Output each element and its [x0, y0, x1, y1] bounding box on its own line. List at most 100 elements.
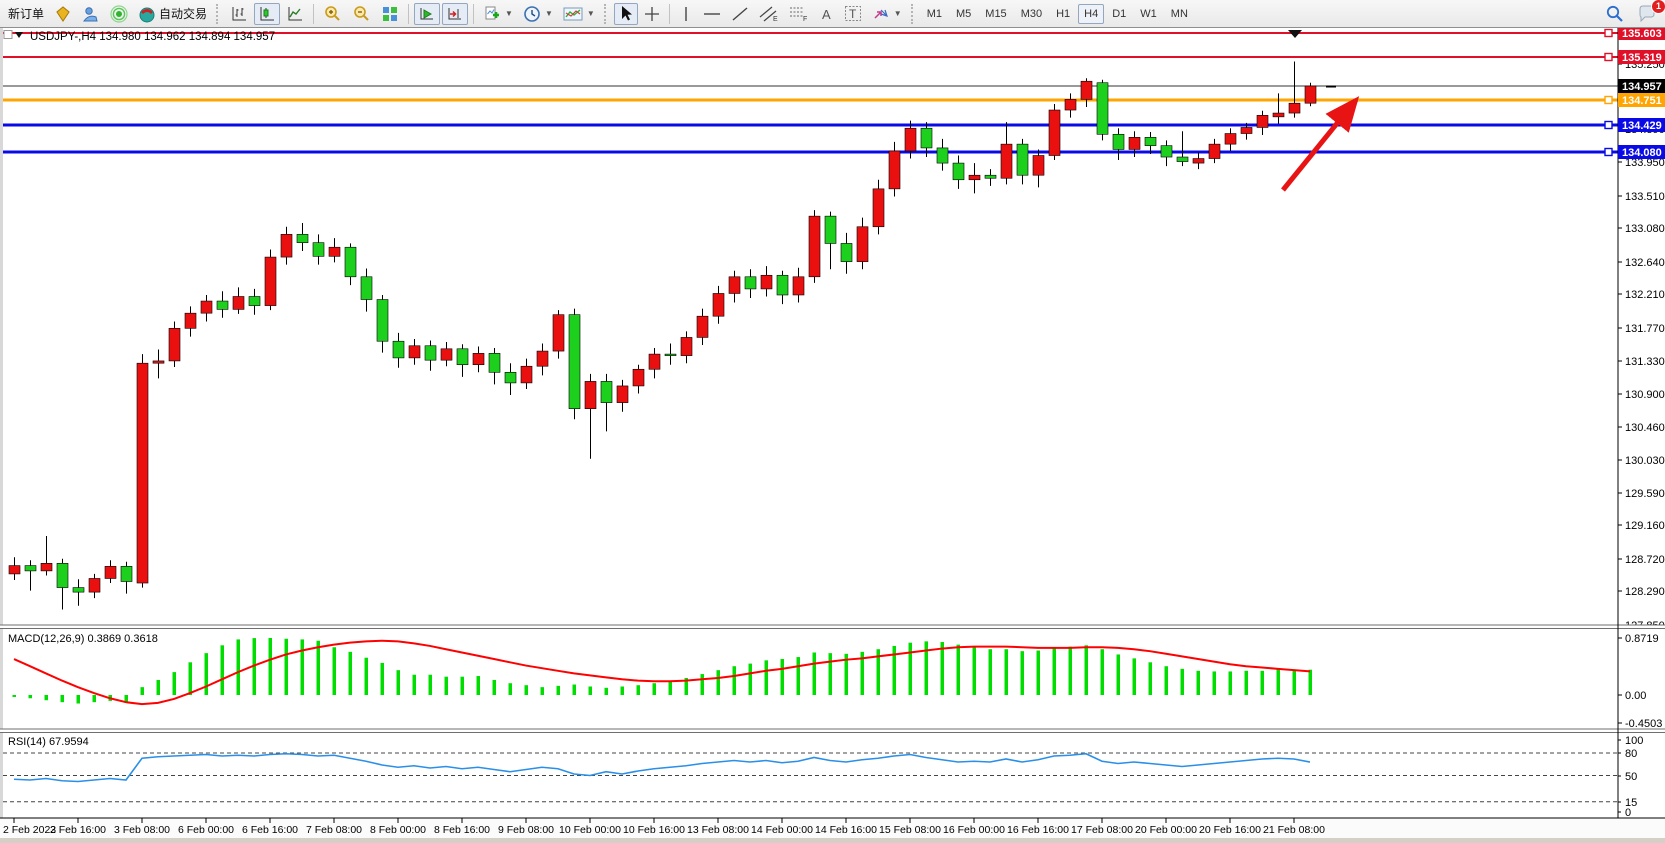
svg-text:100: 100	[1625, 735, 1643, 747]
svg-text:129.160: 129.160	[1625, 520, 1665, 532]
svg-text:20 Feb 16:00: 20 Feb 16:00	[1199, 824, 1261, 836]
period-button[interactable]: ▼	[519, 3, 557, 25]
text-label-tool-button[interactable]: T	[840, 3, 866, 25]
template-button[interactable]: ▼	[559, 3, 599, 25]
zoom-in-button[interactable]	[319, 3, 346, 25]
chevron-down-icon: ▼	[505, 9, 513, 18]
chart-canvas[interactable]: 135.690135.250134.820134.390133.950133.5…	[0, 28, 1665, 843]
cursor-tool-button[interactable]	[614, 3, 638, 25]
crosshair-tool-button[interactable]	[640, 3, 664, 25]
text-tool-button[interactable]: A	[815, 3, 838, 25]
auto-scroll-icon	[418, 5, 436, 23]
hline-handle[interactable]	[1605, 149, 1612, 156]
toolbar-grip	[216, 4, 221, 24]
svg-text:7 Feb 08:00: 7 Feb 08:00	[306, 824, 362, 836]
svg-text:134.429: 134.429	[1622, 120, 1662, 132]
svg-text:129.590: 129.590	[1625, 488, 1665, 500]
hline-handle[interactable]	[1605, 54, 1612, 61]
zoom-out-button[interactable]	[348, 3, 375, 25]
search-button[interactable]	[1601, 3, 1629, 25]
svg-text:128.290: 128.290	[1625, 586, 1665, 598]
metaeditor-button[interactable]	[78, 3, 104, 25]
add-indicator-button[interactable]: ▼	[479, 3, 517, 25]
timeframe-mn-button[interactable]: MN	[1165, 4, 1194, 24]
styler-button[interactable]	[50, 3, 76, 25]
timeframe-m5-button[interactable]: M5	[950, 4, 977, 24]
notifications-button[interactable]: 1	[1633, 3, 1661, 25]
hline-handle[interactable]	[1605, 97, 1612, 104]
time-axis[interactable]: 2 Feb 20232 Feb 16:003 Feb 08:006 Feb 00…	[0, 818, 1665, 843]
clock-icon	[523, 5, 541, 23]
tile-windows-button[interactable]	[377, 3, 403, 25]
trendline-tool-button[interactable]	[727, 3, 753, 25]
svg-text:-0.4503: -0.4503	[1625, 718, 1662, 730]
timeframe-w1-button[interactable]: W1	[1134, 4, 1163, 24]
chart-window[interactable]: 135.690135.250134.820134.390133.950133.5…	[0, 28, 1665, 843]
autotrading-label: 自动交易	[159, 5, 207, 22]
candlestick-chart-icon	[258, 5, 276, 23]
svg-text:133.080: 133.080	[1625, 223, 1665, 235]
vertical-line-icon	[679, 6, 693, 22]
svg-text:135.319: 135.319	[1622, 52, 1662, 64]
svg-text:E: E	[773, 16, 778, 22]
svg-text:50: 50	[1625, 771, 1637, 783]
svg-text:133.510: 133.510	[1625, 191, 1665, 203]
svg-text:2 Feb 16:00: 2 Feb 16:00	[50, 824, 106, 836]
search-icon	[1605, 4, 1625, 24]
svg-text:2 Feb 2023: 2 Feb 2023	[3, 824, 56, 836]
horizontal-line-tool-button[interactable]	[699, 3, 725, 25]
macd-label: MACD(12,26,9) 0.3869 0.3618	[8, 633, 158, 645]
toolbar-separator	[473, 4, 474, 24]
text-icon: A	[819, 6, 834, 22]
svg-text:131.770: 131.770	[1625, 323, 1665, 335]
zoom-in-icon	[323, 4, 342, 23]
autotrading-button[interactable]: 自动交易	[134, 3, 211, 25]
chevron-down-icon: ▼	[587, 9, 595, 18]
chevron-down-icon: ▼	[894, 9, 902, 18]
candlestick-chart-button[interactable]	[254, 3, 280, 25]
arrows-tool-button[interactable]: ▼	[868, 3, 906, 25]
timeframe-m15-button[interactable]: M15	[979, 4, 1012, 24]
equidistant-channel-icon: E	[759, 5, 779, 22]
svg-text:16 Feb 16:00: 16 Feb 16:00	[1007, 824, 1069, 836]
auto-scroll-button[interactable]	[414, 3, 440, 25]
svg-text:10 Feb 16:00: 10 Feb 16:00	[623, 824, 685, 836]
zoom-out-icon	[352, 4, 371, 23]
gold-gem-icon	[54, 5, 72, 23]
hline-handle[interactable]	[1605, 30, 1612, 37]
toolbar-grip	[604, 4, 609, 24]
bar-chart-button[interactable]	[226, 3, 252, 25]
timeframe-h1-button[interactable]: H1	[1050, 4, 1076, 24]
svg-text:6 Feb 00:00: 6 Feb 00:00	[178, 824, 234, 836]
svg-text:132.640: 132.640	[1625, 257, 1665, 269]
vertical-line-tool-button[interactable]	[675, 3, 697, 25]
svg-text:135.603: 135.603	[1622, 28, 1662, 40]
svg-text:17 Feb 08:00: 17 Feb 08:00	[1071, 824, 1133, 836]
svg-text:134.957: 134.957	[1622, 81, 1662, 93]
timeframe-m1-button[interactable]: M1	[921, 4, 948, 24]
rsi-label: RSI(14) 67.9594	[8, 736, 89, 748]
svg-text:F: F	[803, 16, 807, 22]
svg-text:130.460: 130.460	[1625, 422, 1665, 434]
crosshair-icon	[644, 6, 660, 22]
line-chart-button[interactable]	[282, 3, 308, 25]
hline-handle[interactable]	[1605, 122, 1612, 129]
signals-button[interactable]	[106, 3, 132, 25]
autotrading-icon	[138, 5, 156, 23]
channel-tool-button[interactable]: E	[755, 3, 783, 25]
object-anchor[interactable]	[4, 31, 12, 39]
svg-text:80: 80	[1625, 748, 1637, 760]
timeframe-h4-button[interactable]: H4	[1078, 4, 1104, 24]
bar-chart-icon	[230, 5, 248, 23]
svg-text:16 Feb 00:00: 16 Feb 00:00	[943, 824, 1005, 836]
timeframe-m30-button[interactable]: M30	[1015, 4, 1048, 24]
new-order-button[interactable]: 新订单	[4, 3, 48, 25]
timeframe-d1-button[interactable]: D1	[1106, 4, 1132, 24]
notification-badge: 1	[1651, 0, 1665, 14]
toolbar-grip	[911, 4, 916, 24]
svg-text:14 Feb 16:00: 14 Feb 16:00	[815, 824, 877, 836]
toolbar-separator	[408, 4, 409, 24]
main-toolbar: 新订单 自动交易	[0, 0, 1665, 28]
fibonacci-tool-button[interactable]: F	[785, 3, 813, 25]
chart-shift-button[interactable]	[442, 3, 468, 25]
